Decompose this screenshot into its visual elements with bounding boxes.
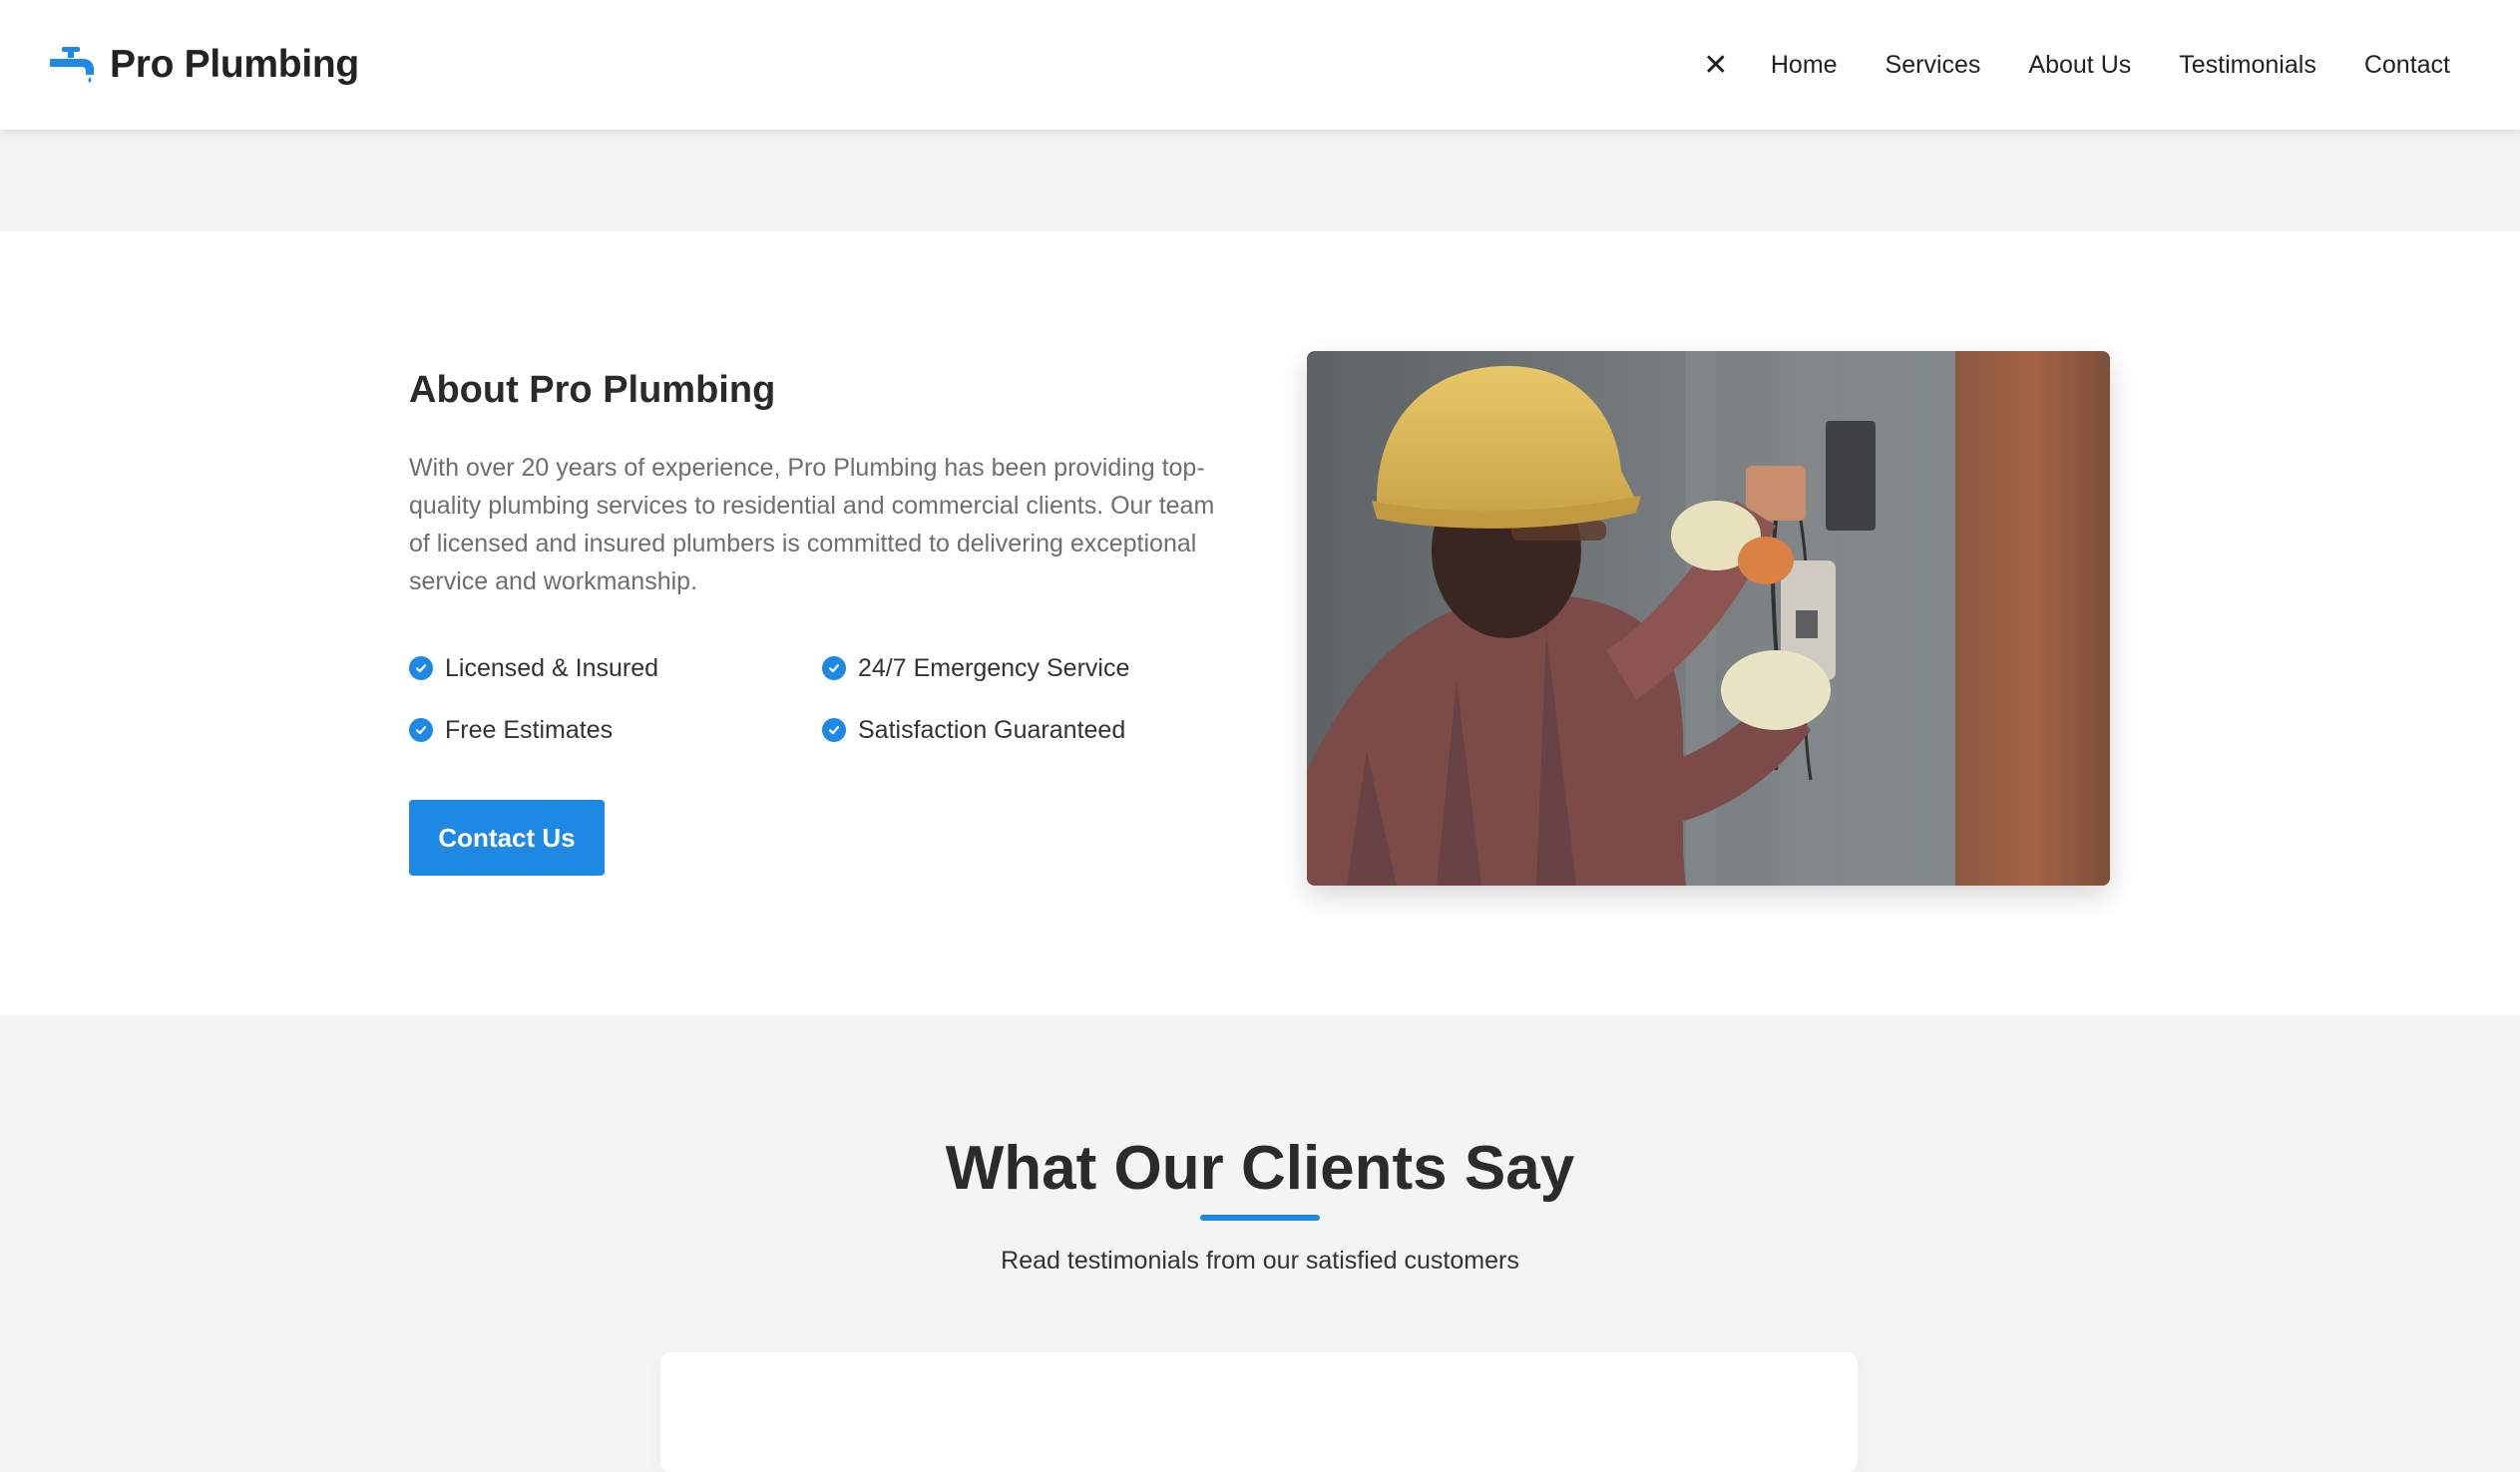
about-title: About Pro Plumbing [409, 369, 776, 411]
nav-services[interactable]: Services [1886, 51, 1981, 80]
faucet-icon [50, 47, 94, 83]
feature-label: Free Estimates [445, 715, 614, 744]
close-icon[interactable]: ✕ [1701, 48, 1731, 83]
check-circle-icon [822, 718, 846, 742]
nav-contact[interactable]: Contact [2364, 51, 2450, 80]
feature-item: Licensed & Insured [409, 650, 822, 686]
check-circle-icon [822, 656, 846, 680]
check-circle-icon [409, 718, 433, 742]
testimonials-subtitle: Read testimonials from our satisfied cus… [1001, 1247, 1519, 1275]
brand-logo[interactable]: Pro Plumbing [46, 43, 359, 87]
check-circle-icon [409, 656, 433, 680]
nav-testimonials[interactable]: Testimonials [2179, 51, 2316, 80]
main-nav: ✕ Home Services About Us Testimonials Co… [1701, 48, 2450, 83]
nav-about-us[interactable]: About Us [2028, 51, 2131, 80]
contact-us-button[interactable]: Contact Us [409, 800, 605, 876]
feature-label: Satisfaction Guaranteed [858, 715, 1126, 744]
testimonials-section: What Our Clients Say Read testimonials f… [0, 1015, 2520, 1472]
feature-list: Licensed & Insured 24/7 Emergency Servic… [409, 650, 1167, 748]
testimonial-card [660, 1352, 1858, 1472]
feature-item: Satisfaction Guaranteed [822, 712, 1235, 748]
feature-item: Free Estimates [409, 712, 822, 748]
title-underline [1200, 1215, 1320, 1221]
brand-name: Pro Plumbing [110, 43, 359, 86]
about-section: About Pro Plumbing With over 20 years of… [0, 231, 2520, 1015]
feature-item: 24/7 Emergency Service [822, 650, 1235, 686]
nav-home[interactable]: Home [1771, 51, 1838, 80]
feature-label: 24/7 Emergency Service [858, 653, 1130, 682]
testimonials-title: What Our Clients Say [945, 1134, 1575, 1203]
plumber-photo [1307, 351, 2110, 886]
about-content: About Pro Plumbing With over 20 years of… [409, 231, 2111, 1015]
feature-label: Licensed & Insured [445, 653, 659, 682]
about-description: With over 20 years of experience, Pro Pl… [409, 454, 1215, 595]
site-header: Pro Plumbing ✕ Home Services About Us Te… [0, 0, 2520, 130]
